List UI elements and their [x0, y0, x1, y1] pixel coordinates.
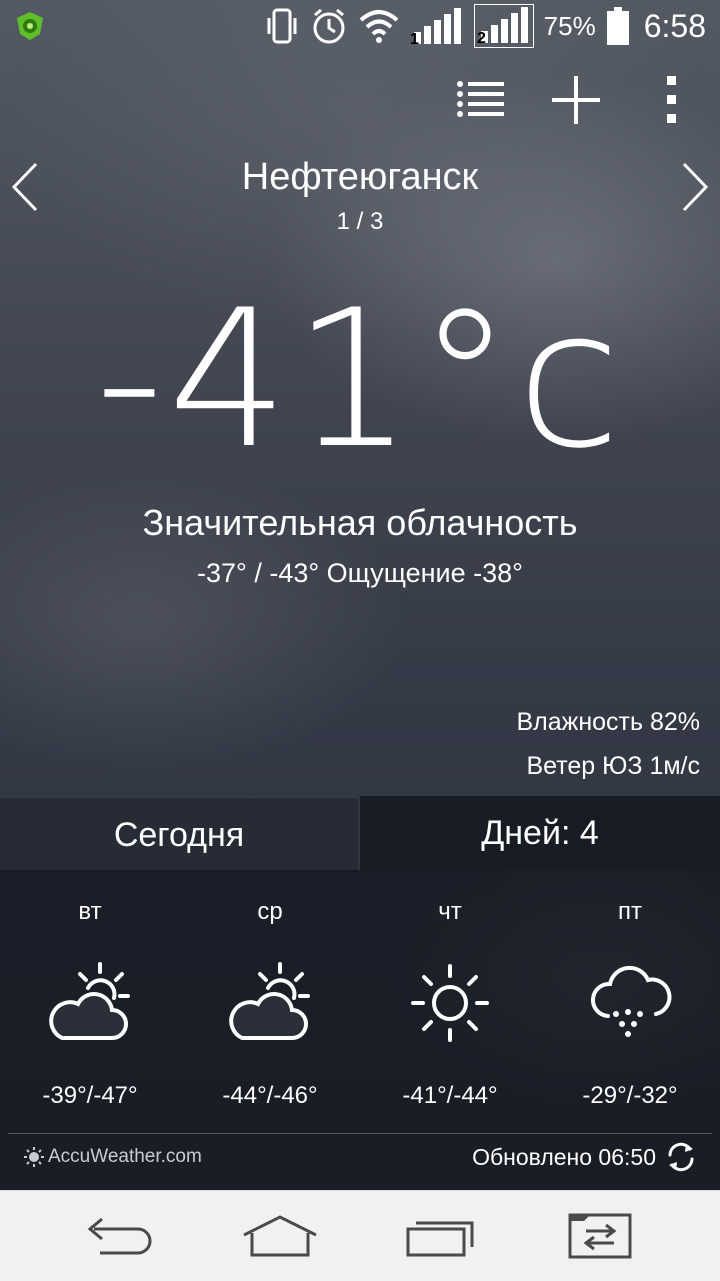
- status-bar: 1 2 75% 6:58: [0, 0, 720, 52]
- dual-window-icon[interactable]: [560, 1211, 640, 1261]
- forecast-temp: -29°/-32°: [582, 1082, 678, 1109]
- refresh-icon[interactable]: [664, 1140, 698, 1174]
- forecast-tabs: Сегодня Дней: 4: [0, 796, 720, 872]
- next-city-arrow-icon[interactable]: [678, 160, 712, 214]
- updated-info: Обновлено 06:50: [472, 1140, 698, 1174]
- status-clock: 6:58: [643, 7, 706, 44]
- alarm-icon: [313, 8, 345, 44]
- provider-logo[interactable]: AccuWeather.com: [24, 1146, 202, 1168]
- provider-name: AccuWeather.com: [48, 1146, 202, 1167]
- hi-lo-feels-like: -37° / -43° Ощущение -38°: [197, 558, 523, 588]
- forecast-temp: -44°/-46°: [222, 1082, 318, 1109]
- forecast-day[interactable]: чт -41°/-44°: [360, 870, 540, 1130]
- humidity: Влажность 82%: [516, 708, 700, 736]
- forecast-day-name: вт: [78, 898, 102, 925]
- battery-percent: 75%: [543, 10, 596, 41]
- battery-icon: [606, 7, 629, 45]
- wind: Ветер ЮЗ 1м/с: [526, 752, 700, 780]
- more-options-icon[interactable]: [646, 74, 698, 126]
- sim2-label: 2: [477, 30, 486, 45]
- vibrate-icon: [267, 8, 297, 44]
- wifi-icon: [359, 10, 398, 43]
- forecast-day-name: чт: [438, 898, 462, 925]
- navigation-bar: [0, 1190, 720, 1281]
- weather-condition: Значительная облачность: [142, 502, 578, 543]
- add-city-icon[interactable]: [550, 74, 602, 126]
- forecast-day-name: ср: [257, 898, 283, 925]
- home-icon[interactable]: [240, 1211, 320, 1261]
- accuweather-sun-icon: [24, 1147, 44, 1167]
- sim1-label: 1: [410, 31, 419, 46]
- tab-today[interactable]: Сегодня: [0, 796, 358, 872]
- forecast-day[interactable]: ср -44°/-46°: [180, 870, 360, 1130]
- current-temperature: -41°c: [95, 269, 625, 490]
- city-list-icon[interactable]: [454, 74, 506, 126]
- recent-apps-icon[interactable]: [400, 1211, 480, 1261]
- tab-days[interactable]: Дней: 4: [360, 796, 720, 870]
- city-name: Нефтеюганск: [241, 156, 479, 198]
- updated-time: Обновлено 06:50: [472, 1143, 656, 1170]
- city-page-indicator: 1 / 3: [336, 208, 384, 235]
- back-icon[interactable]: [80, 1211, 160, 1261]
- forecast-temp: -41°/-44°: [402, 1082, 498, 1109]
- snow-icon: [591, 965, 672, 1037]
- forecast-temp: -39°/-47°: [42, 1082, 138, 1109]
- partly-cloudy-icon: [49, 962, 130, 1040]
- sunny-icon: [411, 964, 489, 1042]
- forecast-day[interactable]: вт -39°/-47°: [0, 870, 180, 1130]
- footer-divider: [8, 1133, 712, 1134]
- city-header: Нефтеюганск 1 / 3: [0, 150, 720, 240]
- signal-sim2-icon: 2: [473, 4, 534, 48]
- security-app-icon: [17, 12, 43, 40]
- forecast-day[interactable]: пт -29°/-32°: [540, 870, 720, 1130]
- partly-cloudy-icon: [229, 962, 310, 1040]
- forecast-day-name: пт: [618, 898, 642, 925]
- signal-sim1-icon: 1: [410, 8, 461, 46]
